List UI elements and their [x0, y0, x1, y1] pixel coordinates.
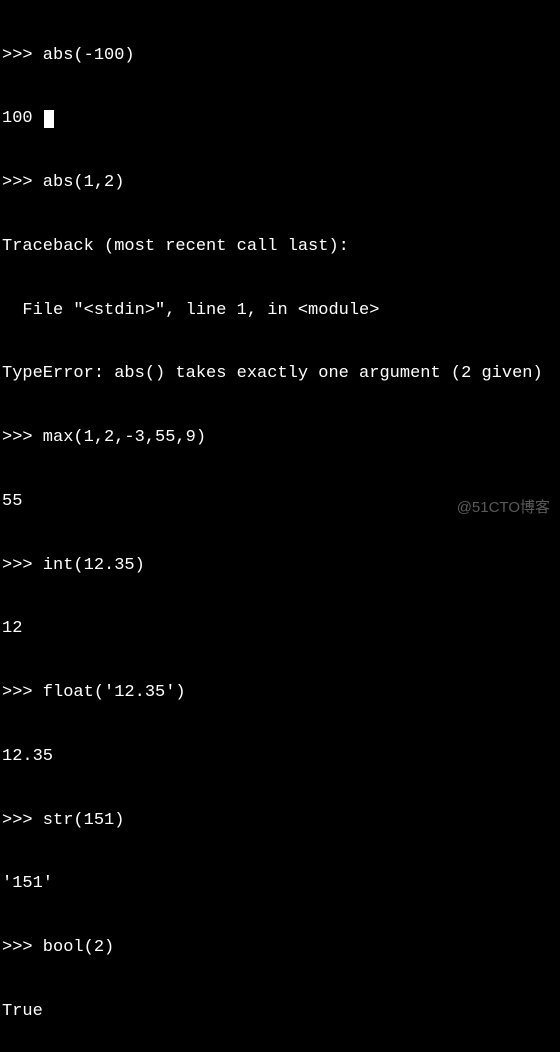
output-line: 100 [2, 108, 560, 129]
output-text: 100 [2, 109, 43, 128]
prompt-line: >>> max(1,2,-3,55,9) [2, 427, 560, 448]
output-line: TypeError: abs() takes exactly one argum… [2, 363, 560, 384]
cursor-block [44, 110, 54, 128]
output-line: 12 [2, 618, 560, 639]
output-line: Traceback (most recent call last): [2, 236, 560, 257]
prompt-line: >>> float('12.35') [2, 682, 560, 703]
prompt-line: >>> abs(1,2) [2, 172, 560, 193]
output-line: File "<stdin>", line 1, in <module> [2, 300, 560, 321]
prompt-line: >>> int(12.35) [2, 555, 560, 576]
prompt-line: >>> bool(2) [2, 937, 560, 958]
output-line: '151' [2, 873, 560, 894]
prompt-line: >>> str(151) [2, 810, 560, 831]
watermark-text: @51CTO博客 [457, 499, 550, 518]
terminal-output[interactable]: >>> abs(-100) 100 >>> abs(1,2) Traceback… [2, 2, 560, 1052]
output-line: 12.35 [2, 746, 560, 767]
prompt-line: >>> abs(-100) [2, 45, 560, 66]
output-line: True [2, 1001, 560, 1022]
